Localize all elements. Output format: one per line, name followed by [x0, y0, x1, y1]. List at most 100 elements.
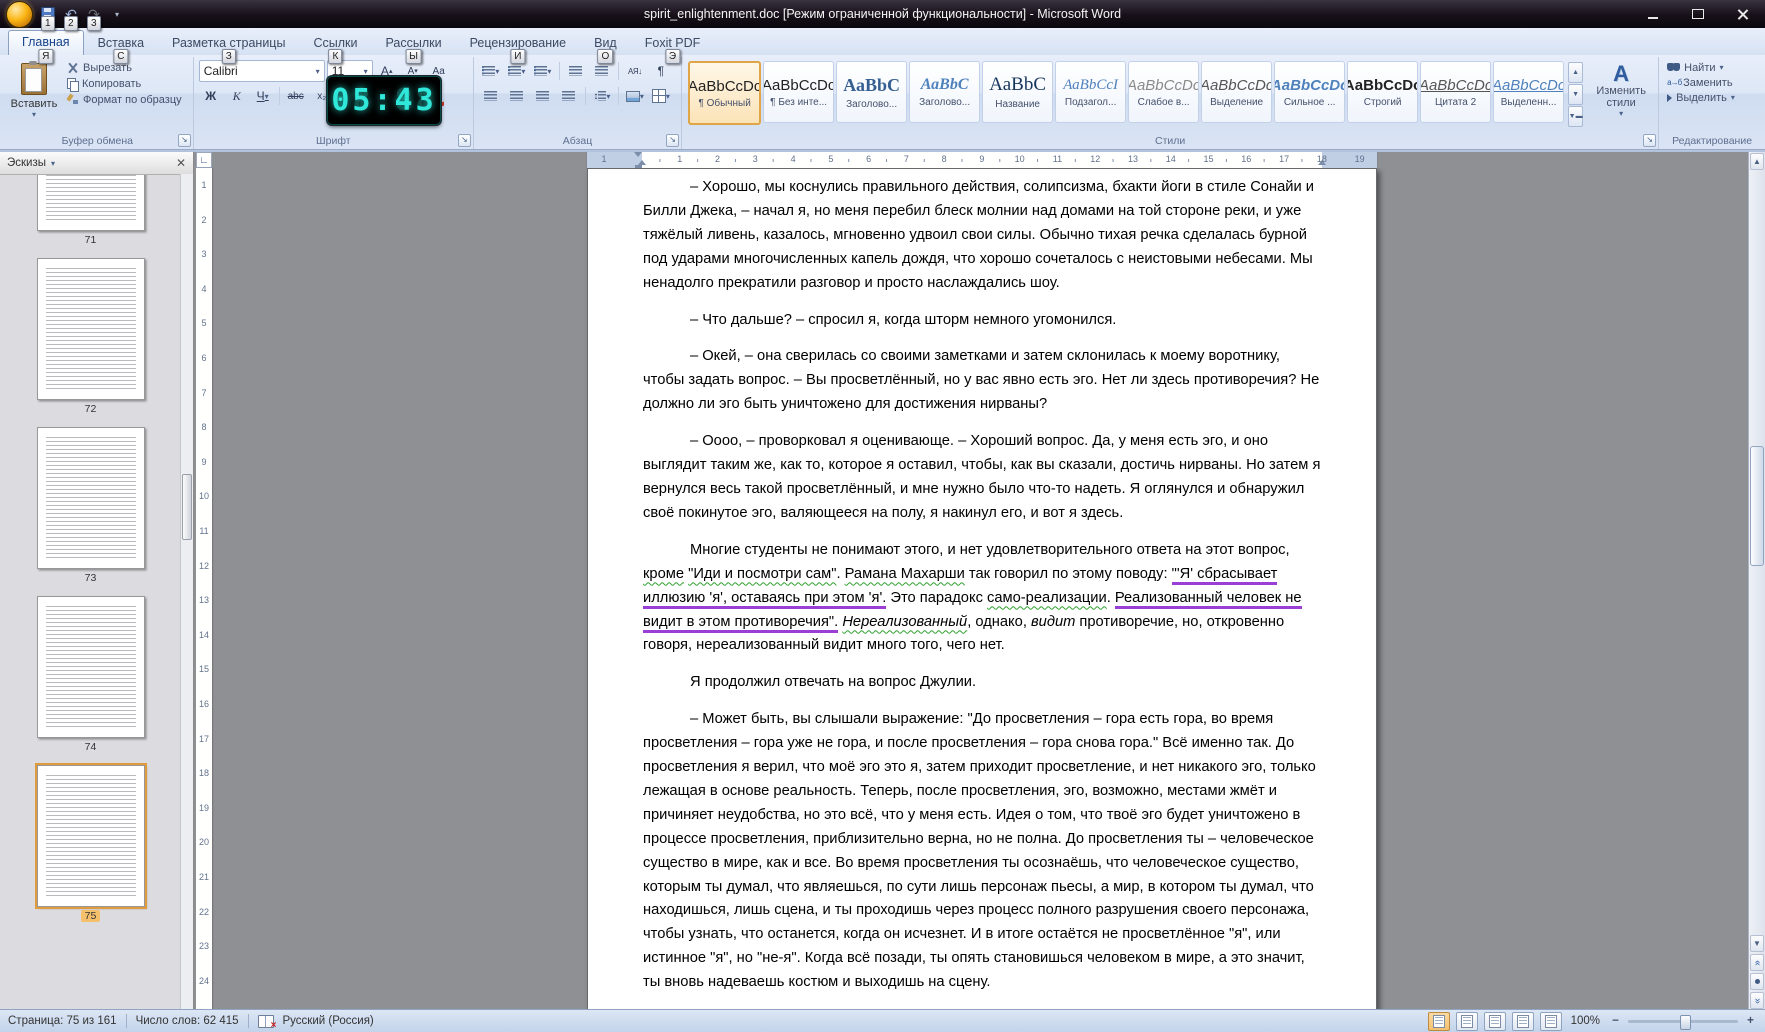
close-button[interactable]	[1720, 0, 1765, 28]
gallery-more-button[interactable]: ▼▬	[1568, 106, 1584, 127]
select-browse-object-button[interactable]	[1750, 973, 1764, 990]
outline-view-button[interactable]	[1511, 1011, 1534, 1031]
first-line-indent-marker[interactable]	[634, 152, 642, 157]
style-item[interactable]: АаBbС Название	[982, 61, 1054, 123]
page-thumbnail[interactable]: 75	[34, 763, 147, 922]
zoom-in-button[interactable]: +	[1744, 1015, 1757, 1027]
page-thumbnail[interactable]: 74	[36, 596, 145, 753]
thumbnails-scrollbar-thumb[interactable]	[182, 474, 192, 540]
format-painter-button[interactable]: Формат по образцу	[64, 92, 185, 108]
page-thumbnail[interactable]: 72	[36, 258, 145, 415]
style-item[interactable]: АаBbС Заголово...	[909, 61, 981, 123]
office-button[interactable]	[6, 0, 33, 28]
strikethrough-button[interactable]: abc	[284, 85, 308, 107]
thumbnails-scrollbar[interactable]	[180, 174, 193, 1010]
zoom-level[interactable]: 100%	[1568, 1015, 1603, 1027]
thumbnail-image[interactable]	[34, 763, 147, 909]
paragraph[interactable]: – Что дальше? – спросил я, когда шторм н…	[643, 309, 1322, 333]
select-button[interactable]: Выделить ▾	[1664, 90, 1760, 105]
style-item[interactable]: АаBbС Заголово...	[836, 61, 908, 123]
draft-view-button[interactable]	[1539, 1011, 1562, 1031]
find-button[interactable]: Найти ▾	[1664, 60, 1760, 75]
page-indicator[interactable]: Страница: 75 из 161	[8, 1015, 117, 1027]
paragraph-dialog-launcher[interactable]	[666, 134, 680, 147]
maximize-button[interactable]	[1675, 0, 1720, 28]
multilevel-list-button[interactable]: ▾	[531, 60, 555, 82]
scroll-down-button[interactable]: ▼	[1750, 935, 1764, 952]
paragraph[interactable]: – Хорошо, мы коснулись правильного дейст…	[643, 176, 1322, 296]
qat-customize-button[interactable]: ▾	[106, 3, 128, 25]
bold-button[interactable]: Ж	[199, 85, 223, 107]
style-item[interactable]: АаBbCcDc Строгий	[1347, 61, 1419, 123]
font-dialog-launcher[interactable]	[457, 134, 471, 147]
justify-button[interactable]	[557, 85, 581, 107]
page-thumbnail[interactable]: 71	[36, 175, 145, 246]
tab-stop-selector[interactable]: ∟	[196, 152, 212, 168]
ribbon-tab-Разметка страницы[interactable]: Разметка страницы З	[158, 31, 299, 64]
thumbnail-image[interactable]	[36, 596, 145, 738]
paragraph[interactable]: – Может быть, вы слышали выражение: "До …	[643, 708, 1322, 995]
paragraph[interactable]: Я продолжил отвечать на вопрос Джулии.	[643, 671, 1322, 695]
decrease-indent-button[interactable]	[564, 60, 588, 82]
panel-close-icon[interactable]: ✕	[176, 156, 186, 170]
thumbnail-image[interactable]	[36, 258, 145, 400]
shading-button[interactable]: ▾	[623, 85, 647, 107]
style-item[interactable]: АаBbCcI Подзагол...	[1055, 61, 1127, 123]
style-item[interactable]: АаBbCcDc Цитата 2	[1420, 61, 1492, 123]
ribbon-tab-Foxit PDF[interactable]: Foxit PDF Э	[631, 31, 715, 64]
paragraph[interactable]: – Окей, – она сверилась со своими заметк…	[643, 345, 1322, 417]
paragraph[interactable]: – Оооо, – проворковал я оценивающе. – Хо…	[643, 430, 1322, 526]
web-layout-view-button[interactable]	[1483, 1011, 1506, 1031]
style-item[interactable]: АаBbCcDc Слабое в...	[1128, 61, 1200, 123]
ribbon-tab-Главная[interactable]: Главная Я	[8, 30, 84, 64]
clipboard-dialog-launcher[interactable]	[177, 134, 191, 147]
italic-button[interactable]: К	[225, 85, 249, 107]
horizontal-ruler[interactable]: 1 1 2 3 4 5 6 7 8 9 10 11 12 13 14 15 16 17 18 19	[214, 152, 1748, 168]
replace-button[interactable]: Заменить	[1664, 75, 1760, 90]
style-item[interactable]: АаBbCcDc Выделение	[1201, 61, 1273, 123]
proofing-status-icon[interactable]	[257, 1014, 277, 1031]
undo-button[interactable]: ↶ 2	[60, 3, 82, 31]
line-spacing-button[interactable]: ↕ ▾	[590, 85, 614, 107]
panel-dropdown-icon[interactable]: ▾	[51, 159, 55, 168]
align-left-button[interactable]	[479, 85, 503, 107]
ribbon-tab-Рассылки[interactable]: Рассылки Ы	[371, 31, 455, 64]
word-count[interactable]: Число слов: 62 415	[136, 1015, 239, 1027]
save-button[interactable]: 1	[37, 3, 59, 31]
document-page[interactable]: – Хорошо, мы коснулись правильного дейст…	[587, 168, 1377, 1010]
paragraph[interactable]: Многие студенты не понимают этого, и нет…	[643, 539, 1322, 659]
gallery-scroll-down-button[interactable]: ▼	[1568, 84, 1584, 105]
align-right-button[interactable]	[531, 85, 555, 107]
ribbon-tab-Вставка[interactable]: Вставка С	[84, 31, 158, 64]
language-indicator[interactable]: Русский (Россия)	[283, 1015, 374, 1027]
zoom-out-button[interactable]: −	[1609, 1015, 1622, 1027]
change-styles-button[interactable]: А Изменить стили ▾	[1589, 60, 1653, 119]
copy-button[interactable]: Копировать	[64, 76, 185, 92]
sort-button[interactable]: АЯ↓	[623, 60, 647, 82]
gallery-scroll-up-button[interactable]: ▲	[1568, 62, 1584, 83]
vertical-ruler[interactable]: 1234567891011121314151617181920212223242…	[196, 168, 212, 1020]
full-screen-reading-view-button[interactable]	[1455, 1011, 1478, 1031]
print-layout-view-button[interactable]	[1427, 1011, 1450, 1031]
align-center-button[interactable]	[505, 85, 529, 107]
ribbon-tab-Рецензирование[interactable]: Рецензирование И	[456, 31, 581, 64]
minimize-button[interactable]	[1630, 0, 1675, 28]
ribbon-tab-Ссылки[interactable]: Ссылки К	[299, 31, 371, 64]
vertical-scrollbar[interactable]: ▲ ▼ « »	[1748, 152, 1765, 1010]
scrollbar-thumb[interactable]	[1750, 445, 1764, 566]
underline-button[interactable]: Ч ▾	[251, 85, 275, 107]
previous-page-button[interactable]: «	[1750, 954, 1764, 971]
thumbnail-image[interactable]	[36, 175, 145, 231]
zoom-slider[interactable]	[1628, 1014, 1738, 1030]
style-item[interactable]: АаBbCcDc ¶ Без инте...	[763, 61, 835, 123]
style-item[interactable]: АаBbCcDc Выделенн...	[1493, 61, 1565, 123]
scroll-up-button[interactable]: ▲	[1750, 153, 1764, 170]
style-item[interactable]: АаBbCcDc ¶ Обычный	[688, 61, 762, 125]
next-page-button[interactable]: »	[1750, 992, 1764, 1009]
ribbon-tab-Вид[interactable]: Вид О	[580, 31, 631, 64]
borders-button[interactable]: ▾	[649, 85, 673, 107]
bullets-button[interactable]: ▾	[479, 60, 503, 82]
redo-button[interactable]: ↷ 3	[83, 3, 105, 31]
styles-dialog-launcher[interactable]	[1643, 134, 1657, 147]
zoom-slider-thumb[interactable]	[1679, 1014, 1691, 1030]
